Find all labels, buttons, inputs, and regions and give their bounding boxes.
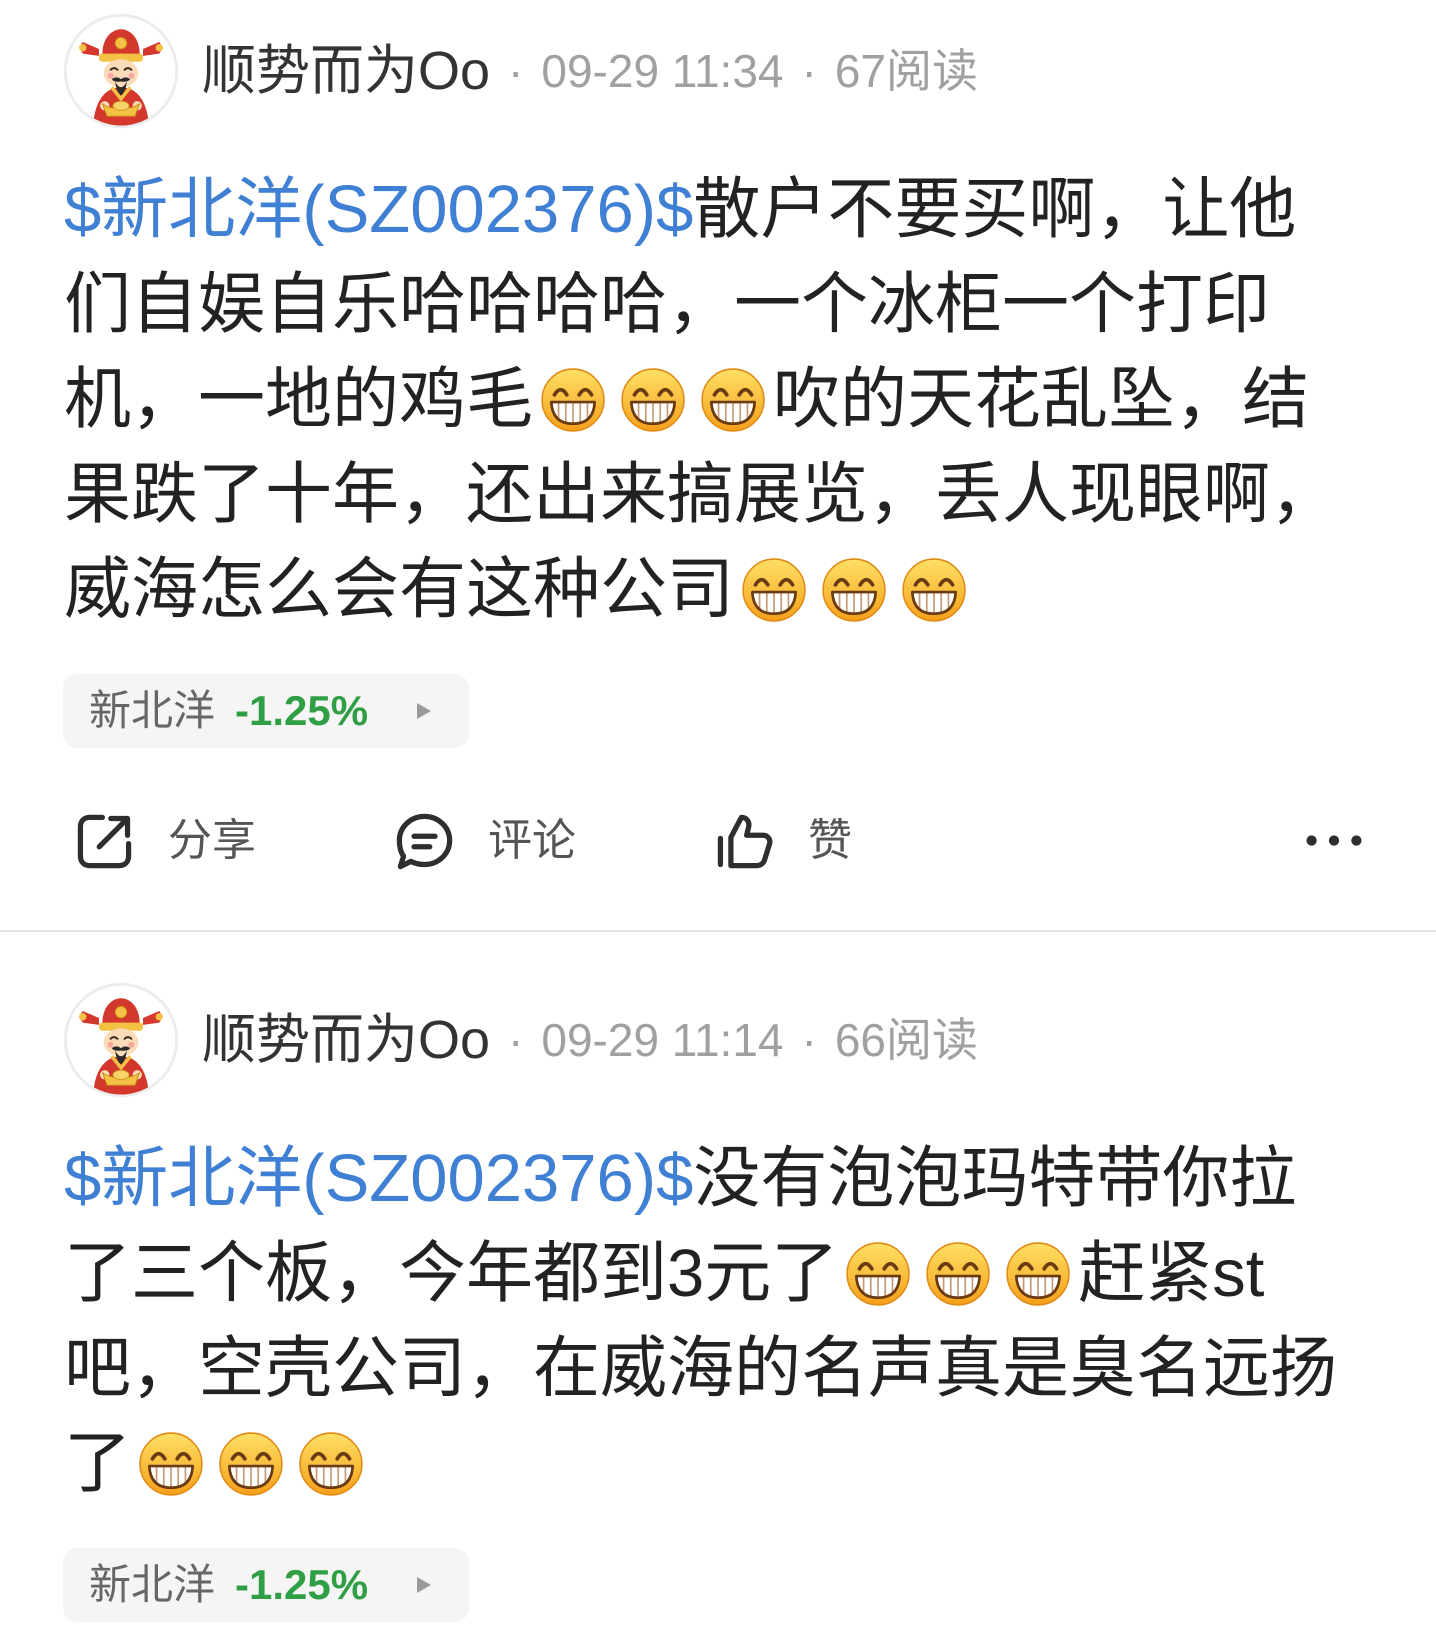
beaming-face-icon bbox=[138, 1431, 204, 1497]
post-card[interactable]: 顺势而为Oo · 09-29 11:34 · 67阅读 $新北洋(SZ00237… bbox=[0, 0, 1436, 932]
post-text: 吧，空壳公司，在威海的名声真是臭名远扬 bbox=[64, 1331, 1337, 1406]
post-text: 们自娱自乐哈哈哈哈，一个冰柜一个打印 bbox=[64, 267, 1270, 342]
stock-chip-change: -1.25% bbox=[235, 1561, 369, 1608]
beaming-face-icon bbox=[700, 367, 766, 433]
share-icon bbox=[71, 808, 138, 875]
thumbs-up-icon bbox=[711, 808, 778, 875]
stock-chip[interactable]: 新北洋 -1.25% bbox=[63, 674, 470, 748]
post-text-line: $新北洋(SZ002376)$ 散户不要买啊，让他 bbox=[0, 162, 1436, 257]
action-bar: 分享 评论 赞 bbox=[0, 801, 1436, 881]
avatar[interactable] bbox=[63, 13, 179, 129]
post-text-line: 了 bbox=[0, 1416, 1436, 1511]
god-of-wealth-avatar bbox=[63, 982, 179, 1098]
read-count: 66阅读 bbox=[834, 1014, 979, 1066]
author-name[interactable]: 顺势而为Oo bbox=[202, 44, 490, 98]
post-feed: 顺势而为Oo · 09-29 11:34 · 67阅读 $新北洋(SZ00237… bbox=[0, 0, 1436, 1622]
stock-link[interactable]: $新北洋(SZ002376)$ bbox=[64, 1145, 693, 1212]
read-count: 67阅读 bbox=[834, 45, 979, 97]
beaming-face-icon bbox=[218, 1431, 284, 1497]
post-header: 顺势而为Oo · 09-29 11:34 · 67阅读 bbox=[0, 13, 1436, 129]
stock-chip-change: -1.25% bbox=[235, 687, 369, 734]
post-text-line: $新北洋(SZ002376)$ 没有泡泡玛特带你拉 bbox=[0, 1131, 1436, 1226]
post-header: 顺势而为Oo · 09-29 11:14 · 66阅读 bbox=[0, 982, 1436, 1098]
beaming-face-icon bbox=[821, 557, 887, 623]
post-body[interactable]: $新北洋(SZ002376)$ 散户不要买啊，让他们自娱自乐哈哈哈哈，一个冰柜一个… bbox=[0, 162, 1436, 637]
like-button[interactable]: 赞 bbox=[711, 801, 1031, 881]
post-divider bbox=[0, 930, 1436, 932]
meta-separator: · bbox=[801, 1014, 817, 1066]
post-time: 09-29 11:14 bbox=[541, 1014, 784, 1066]
post-text: 果跌了十年，还出来搞展览，丢人现眼啊， bbox=[64, 457, 1337, 532]
share-label: 分享 bbox=[168, 816, 256, 865]
meta-separator: · bbox=[508, 45, 524, 97]
beaming-face-icon bbox=[901, 557, 967, 623]
beaming-face-icon bbox=[925, 1241, 991, 1307]
comment-button[interactable]: 评论 bbox=[391, 801, 711, 881]
more-dots-icon bbox=[1306, 835, 1362, 846]
beaming-face-icon bbox=[620, 367, 686, 433]
more-options-button[interactable] bbox=[1306, 831, 1362, 850]
post-text: 机，一地的鸡毛 bbox=[64, 362, 533, 437]
stock-chip-name: 新北洋 bbox=[89, 1561, 216, 1608]
beaming-face-icon bbox=[1005, 1241, 1071, 1307]
post-text: 赶紧st bbox=[1078, 1236, 1265, 1311]
post-body[interactable]: $新北洋(SZ002376)$ 没有泡泡玛特带你拉了三个板，今年都到3元了 赶紧st… bbox=[0, 1131, 1436, 1511]
post-text-line: 机，一地的鸡毛 吹的天花乱坠，结 bbox=[0, 352, 1436, 447]
post-text: 威海怎么会有这种公司 bbox=[64, 552, 734, 627]
share-button[interactable]: 分享 bbox=[71, 801, 391, 881]
post-text-line: 吧，空壳公司，在威海的名声真是臭名远扬 bbox=[0, 1321, 1436, 1416]
like-label: 赞 bbox=[808, 816, 852, 865]
stock-chip[interactable]: 新北洋 -1.25% bbox=[63, 1548, 470, 1622]
meta-separator: · bbox=[508, 1014, 524, 1066]
god-of-wealth-avatar bbox=[63, 13, 179, 129]
author-name[interactable]: 顺势而为Oo bbox=[202, 1013, 490, 1067]
stock-chip-name: 新北洋 bbox=[89, 687, 216, 734]
post-text: 没有泡泡玛特带你拉 bbox=[693, 1141, 1297, 1216]
post-text: 了三个板，今年都到3元了 bbox=[64, 1236, 839, 1311]
beaming-face-icon bbox=[540, 367, 606, 433]
post-card[interactable]: 顺势而为Oo · 09-29 11:14 · 66阅读 $新北洋(SZ00237… bbox=[0, 969, 1436, 1622]
post-time: 09-29 11:34 bbox=[541, 45, 784, 97]
post-text: 吹的天花乱坠，结 bbox=[773, 362, 1309, 437]
post-text-line: 果跌了十年，还出来搞展览，丢人现眼啊， bbox=[0, 447, 1436, 542]
post-text-line: 威海怎么会有这种公司 bbox=[0, 542, 1436, 637]
avatar[interactable] bbox=[63, 982, 179, 1098]
beaming-face-icon bbox=[845, 1241, 911, 1307]
beaming-face-icon bbox=[741, 557, 807, 623]
post-text: 散户不要买啊，让他 bbox=[693, 172, 1297, 247]
meta-separator: · bbox=[801, 45, 817, 97]
stock-link[interactable]: $新北洋(SZ002376)$ bbox=[64, 176, 693, 243]
comment-label: 评论 bbox=[488, 816, 576, 865]
post-text-line: 了三个板，今年都到3元了 赶紧st bbox=[0, 1226, 1436, 1321]
post-text: 了 bbox=[64, 1426, 131, 1501]
beaming-face-icon bbox=[298, 1431, 364, 1497]
comment-icon bbox=[391, 808, 458, 875]
play-triangle-icon bbox=[417, 1577, 432, 1593]
play-triangle-icon bbox=[417, 703, 432, 719]
post-text-line: 们自娱自乐哈哈哈哈，一个冰柜一个打印 bbox=[0, 257, 1436, 352]
